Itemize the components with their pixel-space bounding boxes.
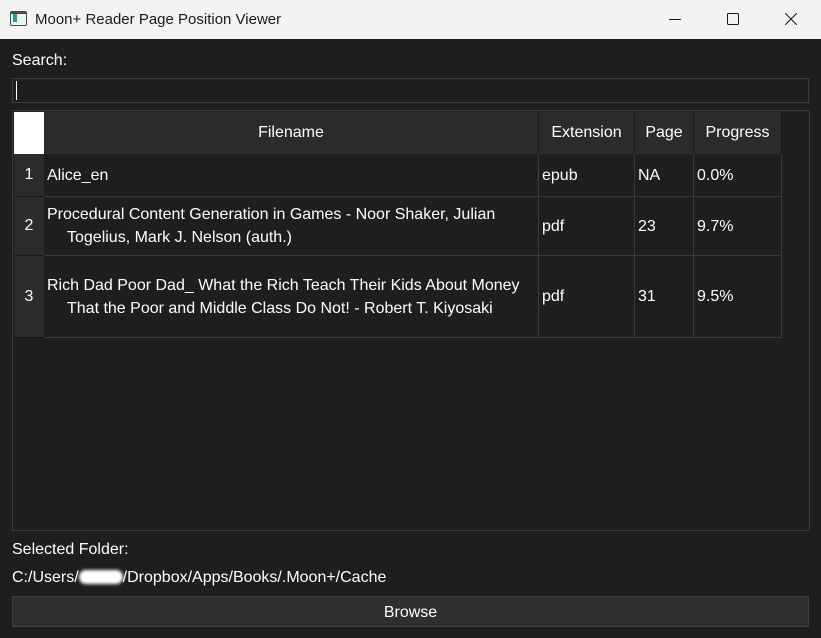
table-cell-page[interactable]: NA [635,154,694,197]
folder-path-prefix: C:/Users/ [12,569,79,586]
column-header-filename[interactable]: Filename [44,112,539,154]
folder-path-suffix: /Dropbox/Apps/Books/.Moon+/Cache [122,569,387,586]
column-header-progress[interactable]: Progress [694,112,782,154]
table-cell-page[interactable]: 23 [635,197,694,256]
window-app-icon [10,11,27,26]
table-cell-extension[interactable]: pdf [539,197,635,256]
table-cell-progress[interactable]: 9.5% [694,256,782,338]
maximize-button[interactable] [704,0,762,39]
selected-folder-path: C:/Users/ /Dropbox/Apps/Books/.Moon+/Cach… [12,569,386,587]
search-label: Search: [12,52,68,69]
row-header[interactable]: 1 [14,154,44,197]
close-icon [785,13,797,25]
filename-text: Alice_en [47,166,109,184]
table-cell-progress[interactable]: 9.7% [694,197,782,256]
filename-text: Rich Dad Poor Dad_ What the Rich Teach T… [47,276,520,317]
row-header[interactable]: 2 [14,197,44,256]
maximize-icon [727,13,739,25]
file-table[interactable]: Filename Extension Page Progress 1 Alice… [12,110,810,531]
table-cell-page[interactable]: 31 [635,256,694,338]
window-title: Moon+ Reader Page Position Viewer [35,11,282,28]
column-header-page[interactable]: Page [635,112,694,154]
table-cell-extension[interactable]: pdf [539,256,635,338]
redacted-username [78,570,123,584]
table-cell-filename[interactable]: Procedural Content Generation in Games -… [44,197,539,256]
close-button[interactable] [762,0,820,39]
table-cell-extension[interactable]: epub [539,154,635,197]
table-cell-filename[interactable]: Rich Dad Poor Dad_ What the Rich Teach T… [44,256,539,338]
title-bar[interactable]: Moon+ Reader Page Position Viewer [0,0,821,39]
column-header-extension[interactable]: Extension [539,112,635,154]
text-caret [16,81,17,100]
minimize-icon [669,19,681,20]
browse-button[interactable]: Browse [12,596,809,627]
table-cell-filename[interactable]: Alice_en [44,154,539,197]
select-all-corner[interactable] [14,112,44,154]
selected-folder-label: Selected Folder: [12,541,129,558]
filename-text: Procedural Content Generation in Games -… [47,206,496,246]
search-input[interactable] [12,78,809,103]
row-header[interactable]: 3 [14,256,44,338]
minimize-button[interactable] [646,0,704,39]
table-cell-progress[interactable]: 0.0% [694,154,782,197]
